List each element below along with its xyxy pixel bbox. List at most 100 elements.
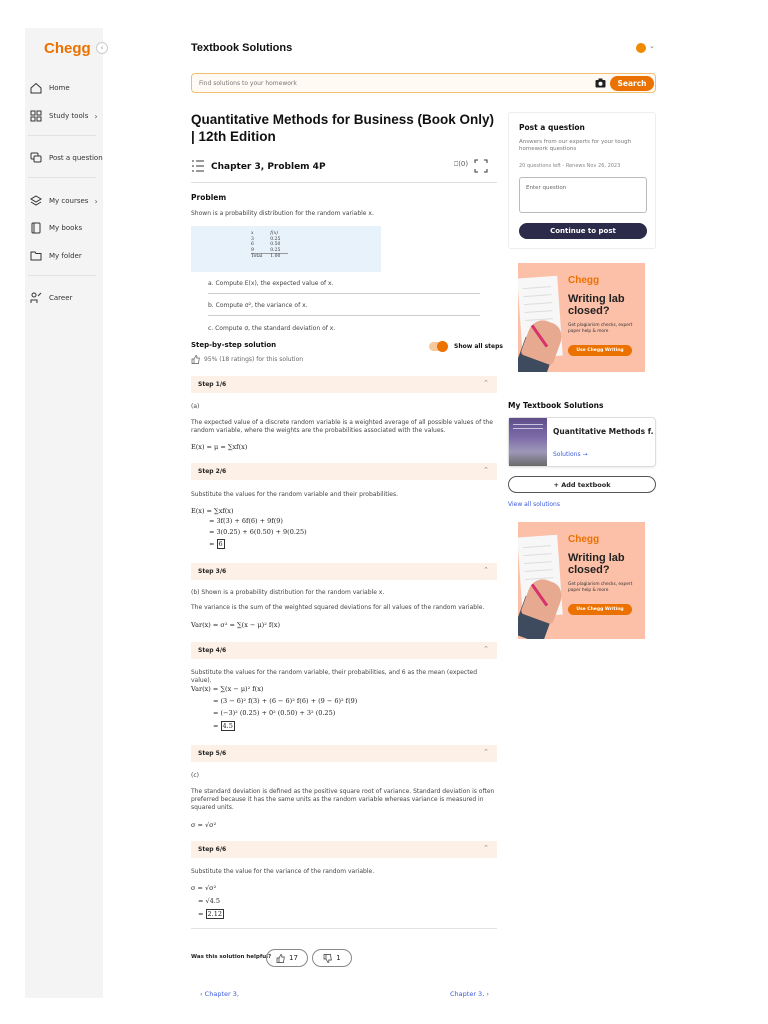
layers-icon	[30, 195, 42, 207]
chevron-right-icon: ›	[94, 196, 98, 206]
sidebar-item-label: Study tools	[49, 112, 89, 120]
chevron-right-icon: ›	[484, 990, 489, 998]
post-question-card: Post a question Answers from our experts…	[508, 112, 656, 249]
book-icon	[30, 222, 42, 234]
step4-line: = (3 − 6)² f(3) + (6 − 6)² f(6) + (9 − 6…	[213, 697, 358, 705]
boxed-answer: 4.5	[220, 721, 235, 731]
show-all-steps-toggle[interactable]	[429, 341, 448, 352]
question-a: a. Compute E(x), the expected value of x…	[208, 280, 480, 294]
grid-icon	[30, 110, 42, 122]
step5-formula: σ = √σ²	[191, 821, 217, 829]
sidebar-item-my-books[interactable]: My books	[30, 222, 82, 234]
step-header-5[interactable]: Step 5/6 ⌃	[191, 745, 497, 762]
question-placeholder: Enter question	[526, 185, 567, 191]
step1-part: (a)	[191, 403, 200, 410]
table-total-value: 1.00	[270, 253, 289, 260]
search-bar: Find solutions to your homework Search	[191, 73, 656, 93]
step6-line: σ = √σ²	[191, 884, 217, 892]
next-chapter-label: Chapter 3,	[450, 990, 485, 998]
sidebar-item-home[interactable]: Home	[30, 82, 70, 94]
sidebar-item-study-tools[interactable]: Study tools ›	[30, 110, 98, 122]
sidebar-divider	[28, 177, 96, 178]
step-header-3[interactable]: Step 3/6 ⌃	[191, 563, 497, 580]
continue-to-post-button[interactable]: Continue to post	[519, 223, 647, 239]
prev-chapter-label: Chapter 3,	[204, 990, 239, 998]
ad-subtitle: Get plagiarism checks, expert paper help…	[568, 323, 633, 334]
home-icon	[30, 82, 42, 94]
probability-table: x f(x) 3 0.25 6 0.50 9 0.25 Total 1.00	[191, 226, 381, 272]
chevron-up-icon: ⌃	[483, 566, 489, 574]
solutions-link[interactable]: Solutions →	[553, 451, 588, 458]
sidebar-item-post-question[interactable]: Post a question	[30, 152, 103, 164]
step4-result: = 4.5	[213, 721, 235, 731]
chat-icon	[30, 152, 42, 164]
post-question-heading: Post a question	[519, 123, 585, 132]
step-header-6[interactable]: Step 6/6 ⌃	[191, 841, 497, 858]
thumbs-down-icon	[323, 953, 332, 963]
problem-text: Shown is a probability distribution for …	[191, 210, 374, 217]
sidebar-item-label: Career	[49, 294, 73, 302]
like-button[interactable]: 17	[266, 949, 308, 967]
sidebar-item-label: Post a question	[49, 154, 103, 162]
next-chapter-link[interactable]: Chapter 3, ›	[450, 990, 489, 998]
ad-subtitle: Get plagiarism checks, expert paper help…	[568, 582, 633, 593]
solution-rating: 95% (18 ratings) for this solution	[191, 355, 303, 364]
chegg-logo[interactable]: Chegg	[44, 40, 91, 57]
step1-formula: E(x) = μ = ∑xf(x)	[191, 443, 248, 451]
bookmark-count: (0)	[458, 160, 469, 168]
search-button[interactable]: Search	[610, 76, 654, 91]
table-total-label: Total	[251, 253, 271, 260]
add-textbook-button[interactable]: + Add textbook	[508, 476, 656, 493]
ad-cta-button[interactable]: Use Chegg Writing	[568, 604, 632, 615]
problem-heading: Problem	[191, 193, 227, 202]
sidebar-item-career[interactable]: Career	[30, 292, 72, 304]
ad-cta-button[interactable]: Use Chegg Writing	[568, 345, 632, 356]
step-header-1[interactable]: Step 1/6 ⌃	[191, 376, 497, 393]
step4-line: Var(x) = ∑(x − μ)² f(x)	[191, 685, 264, 693]
step-header-2[interactable]: Step 2/6 ⌃	[191, 463, 497, 480]
list-icon[interactable]	[191, 159, 205, 173]
book-cover	[509, 418, 547, 466]
step-label: Step 6/6	[198, 846, 227, 853]
question-textarea[interactable]: Enter question	[519, 177, 647, 213]
sidebar-divider	[28, 135, 96, 136]
search-input[interactable]: Find solutions to your homework	[199, 80, 297, 87]
chevron-up-icon: ⌃	[483, 645, 489, 653]
step-label: Step 5/6	[198, 750, 227, 757]
view-all-solutions-link[interactable]: View all solutions	[508, 501, 560, 508]
chevron-down-icon[interactable]: ⌄	[649, 42, 655, 50]
sidebar	[25, 28, 103, 998]
section-divider	[191, 928, 497, 929]
step-label: Step 2/6	[198, 468, 227, 475]
avatar[interactable]	[636, 43, 646, 53]
step1-text: The expected value of a discrete random …	[191, 419, 493, 434]
sidebar-item-my-folder[interactable]: My folder	[30, 250, 82, 262]
expand-icon[interactable]	[474, 159, 488, 173]
camera-icon[interactable]	[595, 78, 606, 88]
writing-ad[interactable]: Chegg Writing lab closed? Get plagiarism…	[518, 522, 645, 639]
like-count: 17	[289, 954, 298, 962]
ad-brand: Chegg	[568, 534, 600, 545]
sidebar-item-label: My courses	[49, 197, 89, 205]
sidebar-collapse-button[interactable]: ‹	[96, 42, 108, 54]
prev-chapter-link[interactable]: ‹ Chapter 3,	[200, 990, 239, 998]
bookmark-button[interactable]: ⎕(0)	[454, 160, 468, 169]
thumbs-up-icon	[191, 355, 200, 364]
career-icon	[30, 292, 42, 304]
step-label: Step 1/6	[198, 381, 227, 388]
sidebar-item-my-courses[interactable]: My courses ›	[30, 195, 98, 207]
step2-line: = 3f(3) + 6f(6) + 9f(9)	[209, 517, 283, 525]
question-b: b. Compute σ², the variance of x.	[208, 302, 480, 316]
chevron-up-icon: ⌃	[483, 748, 489, 756]
textbook-card[interactable]: Quantitative Methods f... Solutions →	[508, 417, 656, 467]
writing-ad[interactable]: Chegg Writing lab closed? Get plagiarism…	[518, 263, 645, 372]
chapter-title: Chapter 3, Problem 4P	[211, 162, 326, 172]
dislike-button[interactable]: 1	[312, 949, 352, 967]
page-title: Textbook Solutions	[191, 42, 293, 54]
step6-text: Substitute the value for the variance of…	[191, 868, 375, 875]
step-header-4[interactable]: Step 4/6 ⌃	[191, 642, 497, 659]
question-c: c. Compute σ, the standard deviation of …	[208, 325, 336, 332]
step2-line: E(x) = ∑xf(x)	[191, 507, 234, 515]
step-label: Step 3/6	[198, 568, 227, 575]
textbook-name: Quantitative Methods f...	[553, 427, 653, 436]
